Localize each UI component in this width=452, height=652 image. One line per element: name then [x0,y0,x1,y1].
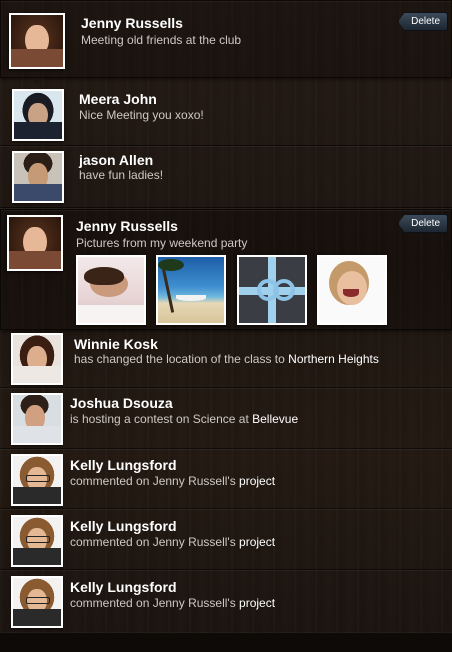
feed-item[interactable]: Joshua Dsouza is hosting a contest on Sc… [0,389,452,449]
avatar[interactable] [11,454,63,506]
status-message: commented on Jenny Russell's project [70,474,275,488]
status-message: Pictures from my weekend party [76,236,248,250]
user-name[interactable]: Kelly Lungsford [70,457,177,473]
avatar[interactable] [11,393,63,445]
feed-item[interactable]: Winnie Kosk has changed the location of … [0,330,452,388]
feed-item[interactable]: Jenny Russells Meeting old friends at th… [0,0,452,78]
activity-feed: Jenny Russells Meeting old friends at th… [0,0,452,652]
message-text: has changed the location of the class to [74,352,289,366]
avatar[interactable] [7,215,63,271]
message-text: commented on Jenny Russell's [70,596,240,610]
delete-button[interactable]: Delete [398,12,448,31]
feed-item[interactable]: Kelly Lungsford commented on Jenny Russe… [0,449,452,509]
status-message: commented on Jenny Russell's project [70,535,275,549]
user-name[interactable]: Winnie Kosk [74,336,158,352]
status-message: have fun ladies! [79,168,164,182]
feed-item[interactable]: Kelly Lungsford commented on Jenny Russe… [0,571,452,633]
avatar[interactable] [11,515,63,567]
location-link[interactable]: Northern Heights [288,352,379,366]
project-link[interactable]: project [239,535,275,549]
avatar[interactable] [12,151,64,203]
user-name[interactable]: jason Allen [79,152,153,168]
feed-item[interactable]: Jenny Russells Pictures from my weekend … [0,209,452,330]
message-text: commented on Jenny Russell's [70,474,240,488]
avatar[interactable] [11,333,63,385]
feed-item[interactable]: Meera John Nice Meeting you xoxo! [0,84,452,146]
user-name[interactable]: Jenny Russells [81,15,183,31]
bottom-bar [0,633,452,652]
user-name[interactable]: Kelly Lungsford [70,518,177,534]
message-text: is hosting a contest on Science at [70,412,253,426]
feed-item[interactable]: jason Allen have fun ladies! [0,146,452,208]
user-name[interactable]: Kelly Lungsford [70,579,177,595]
status-message: commented on Jenny Russell's project [70,596,275,610]
gift-box-ribbon-photo[interactable] [237,255,307,325]
feed-item[interactable]: Kelly Lungsford commented on Jenny Russe… [0,510,452,570]
delete-button[interactable]: Delete [398,214,448,233]
avatar[interactable] [12,89,64,141]
avatar[interactable] [9,13,65,69]
message-text: commented on Jenny Russell's [70,535,240,549]
status-message: Meeting old friends at the club [81,33,242,47]
status-message: is hosting a contest on Science at Belle… [70,412,298,426]
project-link[interactable]: project [239,474,275,488]
project-link[interactable]: project [239,596,275,610]
user-name[interactable]: Jenny Russells [76,218,178,234]
avatar[interactable] [11,576,63,628]
woman-relaxing-photo[interactable] [76,255,146,325]
beach-hammock-photo[interactable] [156,255,226,325]
user-name[interactable]: Meera John [79,91,157,107]
status-message: Nice Meeting you xoxo! [79,108,204,122]
laughing-woman-photo[interactable] [317,255,387,325]
status-message: has changed the location of the class to… [74,352,379,366]
location-link[interactable]: Bellevue [252,412,298,426]
user-name[interactable]: Joshua Dsouza [70,395,173,411]
